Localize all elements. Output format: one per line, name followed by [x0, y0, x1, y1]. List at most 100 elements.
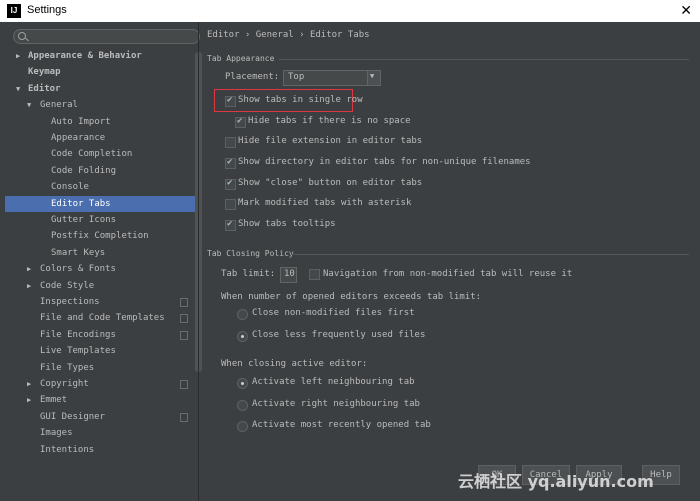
project-settings-icon: [180, 298, 188, 307]
sidebar-item[interactable]: Postfix Completion: [5, 228, 198, 244]
close-icon[interactable]: ✕: [680, 2, 692, 19]
option-label: Hide tabs if there is no space: [248, 116, 411, 126]
sidebar-item[interactable]: Intentions: [5, 442, 198, 458]
chevron-right-icon[interactable]: ▶: [27, 392, 31, 408]
project-settings-icon: [180, 314, 188, 324]
section-separator: [291, 254, 689, 255]
option-radio[interactable]: [237, 378, 248, 389]
option-label: Show directory in editor tabs for non-un…: [238, 157, 531, 167]
search-input[interactable]: [13, 29, 200, 44]
sidebar-item-label: Images: [40, 428, 73, 439]
chevron-right-icon[interactable]: ▶: [16, 48, 20, 64]
chevron-down-icon[interactable]: ▼: [16, 81, 20, 97]
sidebar-item[interactable]: GUI Designer: [5, 409, 198, 425]
sidebar-item-label: Keymap: [28, 67, 61, 78]
sidebar-item-label: Editor Tabs: [51, 198, 111, 209]
sidebar-item[interactable]: ▶ Appearance & Behavior: [5, 48, 198, 64]
sidebar-item-label: Code Completion: [51, 149, 133, 160]
intellij-app-icon: IJ: [7, 4, 21, 18]
sidebar-item-label: Auto Import: [51, 116, 111, 127]
sidebar-item[interactable]: Images: [5, 425, 198, 441]
option-label: Mark modified tabs with asterisk: [238, 198, 412, 208]
sidebar-item-label: Appearance: [51, 133, 106, 143]
sidebar-item[interactable]: Gutter Icons: [5, 212, 198, 228]
sidebar-item-label: File and Code Templates: [40, 313, 165, 324]
sidebar-item[interactable]: ▼ General: [5, 97, 198, 113]
option-radio[interactable]: [237, 421, 248, 432]
sidebar-item[interactable]: File Types: [5, 360, 198, 376]
sidebar-item[interactable]: Inspections: [5, 294, 198, 310]
option-label: Hide file extension in editor tabs: [238, 136, 423, 146]
radio-label: Activate right neighbouring tab: [252, 399, 420, 409]
chevron-down-icon[interactable]: ▼: [27, 97, 31, 113]
sidebar-item-label: Postfix Completion: [51, 231, 149, 242]
option-checkbox[interactable]: [225, 199, 236, 210]
sidebar-item[interactable]: Smart Keys: [5, 245, 198, 261]
sidebar-item[interactable]: Code Completion: [5, 146, 198, 162]
option-label: Show tabs tooltips: [238, 219, 336, 229]
sidebar-item[interactable]: Appearance: [5, 130, 198, 146]
sidebar-item[interactable]: ▶ Colors & Fonts: [5, 261, 198, 277]
chevron-right-icon[interactable]: ▶: [27, 278, 31, 294]
sidebar-item[interactable]: ▼ Editor: [5, 81, 198, 97]
sidebar-item-label: Appearance & Behavior: [28, 51, 142, 61]
option-checkbox[interactable]: [235, 116, 246, 128]
placement-select[interactable]: Top: [283, 70, 381, 86]
sidebar-item[interactable]: Keymap: [5, 64, 198, 80]
sidebar-item-label: File Types: [40, 362, 95, 373]
section-tab-closing: Tab Closing Policy: [207, 249, 294, 258]
sidebar-item-label: Live Templates: [40, 346, 116, 357]
sidebar-item-label: Code Folding: [51, 165, 117, 176]
watermark: 云栖社区 yq.aliyun.com: [458, 472, 654, 491]
title-bar: IJ Settings ✕: [0, 0, 700, 22]
navigation-reuse-checkbox[interactable]: [309, 269, 320, 280]
settings-sidebar: ▶ Appearance & Behavior Keymap ▼ Editor ▼ Gene…: [5, 22, 202, 501]
radio-label: Activate left neighbouring tab: [252, 377, 415, 387]
sidebar-item[interactable]: File and Code Templates: [5, 310, 198, 326]
sidebar-item-label: Code Style: [40, 280, 95, 291]
sidebar-item-label: Intentions: [40, 444, 95, 455]
option-checkbox[interactable]: [225, 157, 236, 169]
sidebar-item-label: Emmet: [40, 395, 68, 406]
sidebar-item-label: Inspections: [40, 297, 100, 307]
chevron-down-icon: [367, 71, 380, 85]
tab-limit-value: 10: [284, 269, 295, 279]
sidebar-item-label: Console: [51, 182, 89, 193]
sidebar-item[interactable]: ▶ Emmet: [5, 392, 198, 408]
project-settings-icon: [180, 412, 188, 422]
settings-content: Editor › General › Editor Tabs Tab Appea…: [199, 22, 700, 501]
settings-window: ▶ Appearance & Behavior Keymap ▼ Editor ▼ Gene…: [0, 22, 700, 501]
sidebar-item[interactable]: Code Folding: [5, 163, 198, 179]
navigation-reuse-label: Navigation from non-modified tab will re…: [323, 269, 573, 279]
sidebar-item[interactable]: File Encodings: [5, 327, 198, 343]
sidebar-item[interactable]: Console: [5, 179, 198, 195]
project-settings-icon: [180, 380, 188, 389]
tab-limit-input[interactable]: 10: [280, 267, 297, 283]
option-checkbox[interactable]: [225, 95, 236, 107]
section-separator: [279, 59, 689, 60]
option-label: Show tabs in single row: [238, 95, 363, 105]
sidebar-item[interactable]: Live Templates: [5, 343, 198, 359]
option-radio[interactable]: [237, 309, 248, 320]
option-checkbox[interactable]: [225, 137, 236, 148]
option-checkbox[interactable]: [225, 219, 236, 231]
option-radio[interactable]: [237, 400, 248, 411]
radio-label: Activate most recently opened tab: [252, 420, 431, 430]
chevron-right-icon[interactable]: ▶: [27, 376, 31, 392]
closing-active-label: When closing active editor:: [221, 359, 368, 369]
option-radio[interactable]: [237, 331, 248, 342]
section-tab-appearance: Tab Appearance: [207, 54, 275, 63]
sidebar-item[interactable]: Editor Tabs: [5, 195, 198, 212]
sidebar-item[interactable]: ▶ Copyright: [5, 376, 198, 392]
chevron-right-icon[interactable]: ▶: [27, 261, 31, 277]
breadcrumb: Editor › General › Editor Tabs: [207, 30, 370, 40]
sidebar-item-label: General: [40, 100, 78, 111]
sidebar-item[interactable]: ▶ Code Style: [5, 278, 198, 294]
placement-label: Placement:: [225, 72, 280, 82]
option-checkbox[interactable]: [225, 178, 236, 190]
option-label: Show "close" button on editor tabs: [238, 178, 423, 188]
sidebar-item-label: Copyright: [40, 379, 89, 389]
sidebar-item-label: Colors & Fonts: [40, 264, 116, 275]
window-title: Settings: [27, 4, 67, 16]
sidebar-item[interactable]: Auto Import: [5, 114, 198, 130]
